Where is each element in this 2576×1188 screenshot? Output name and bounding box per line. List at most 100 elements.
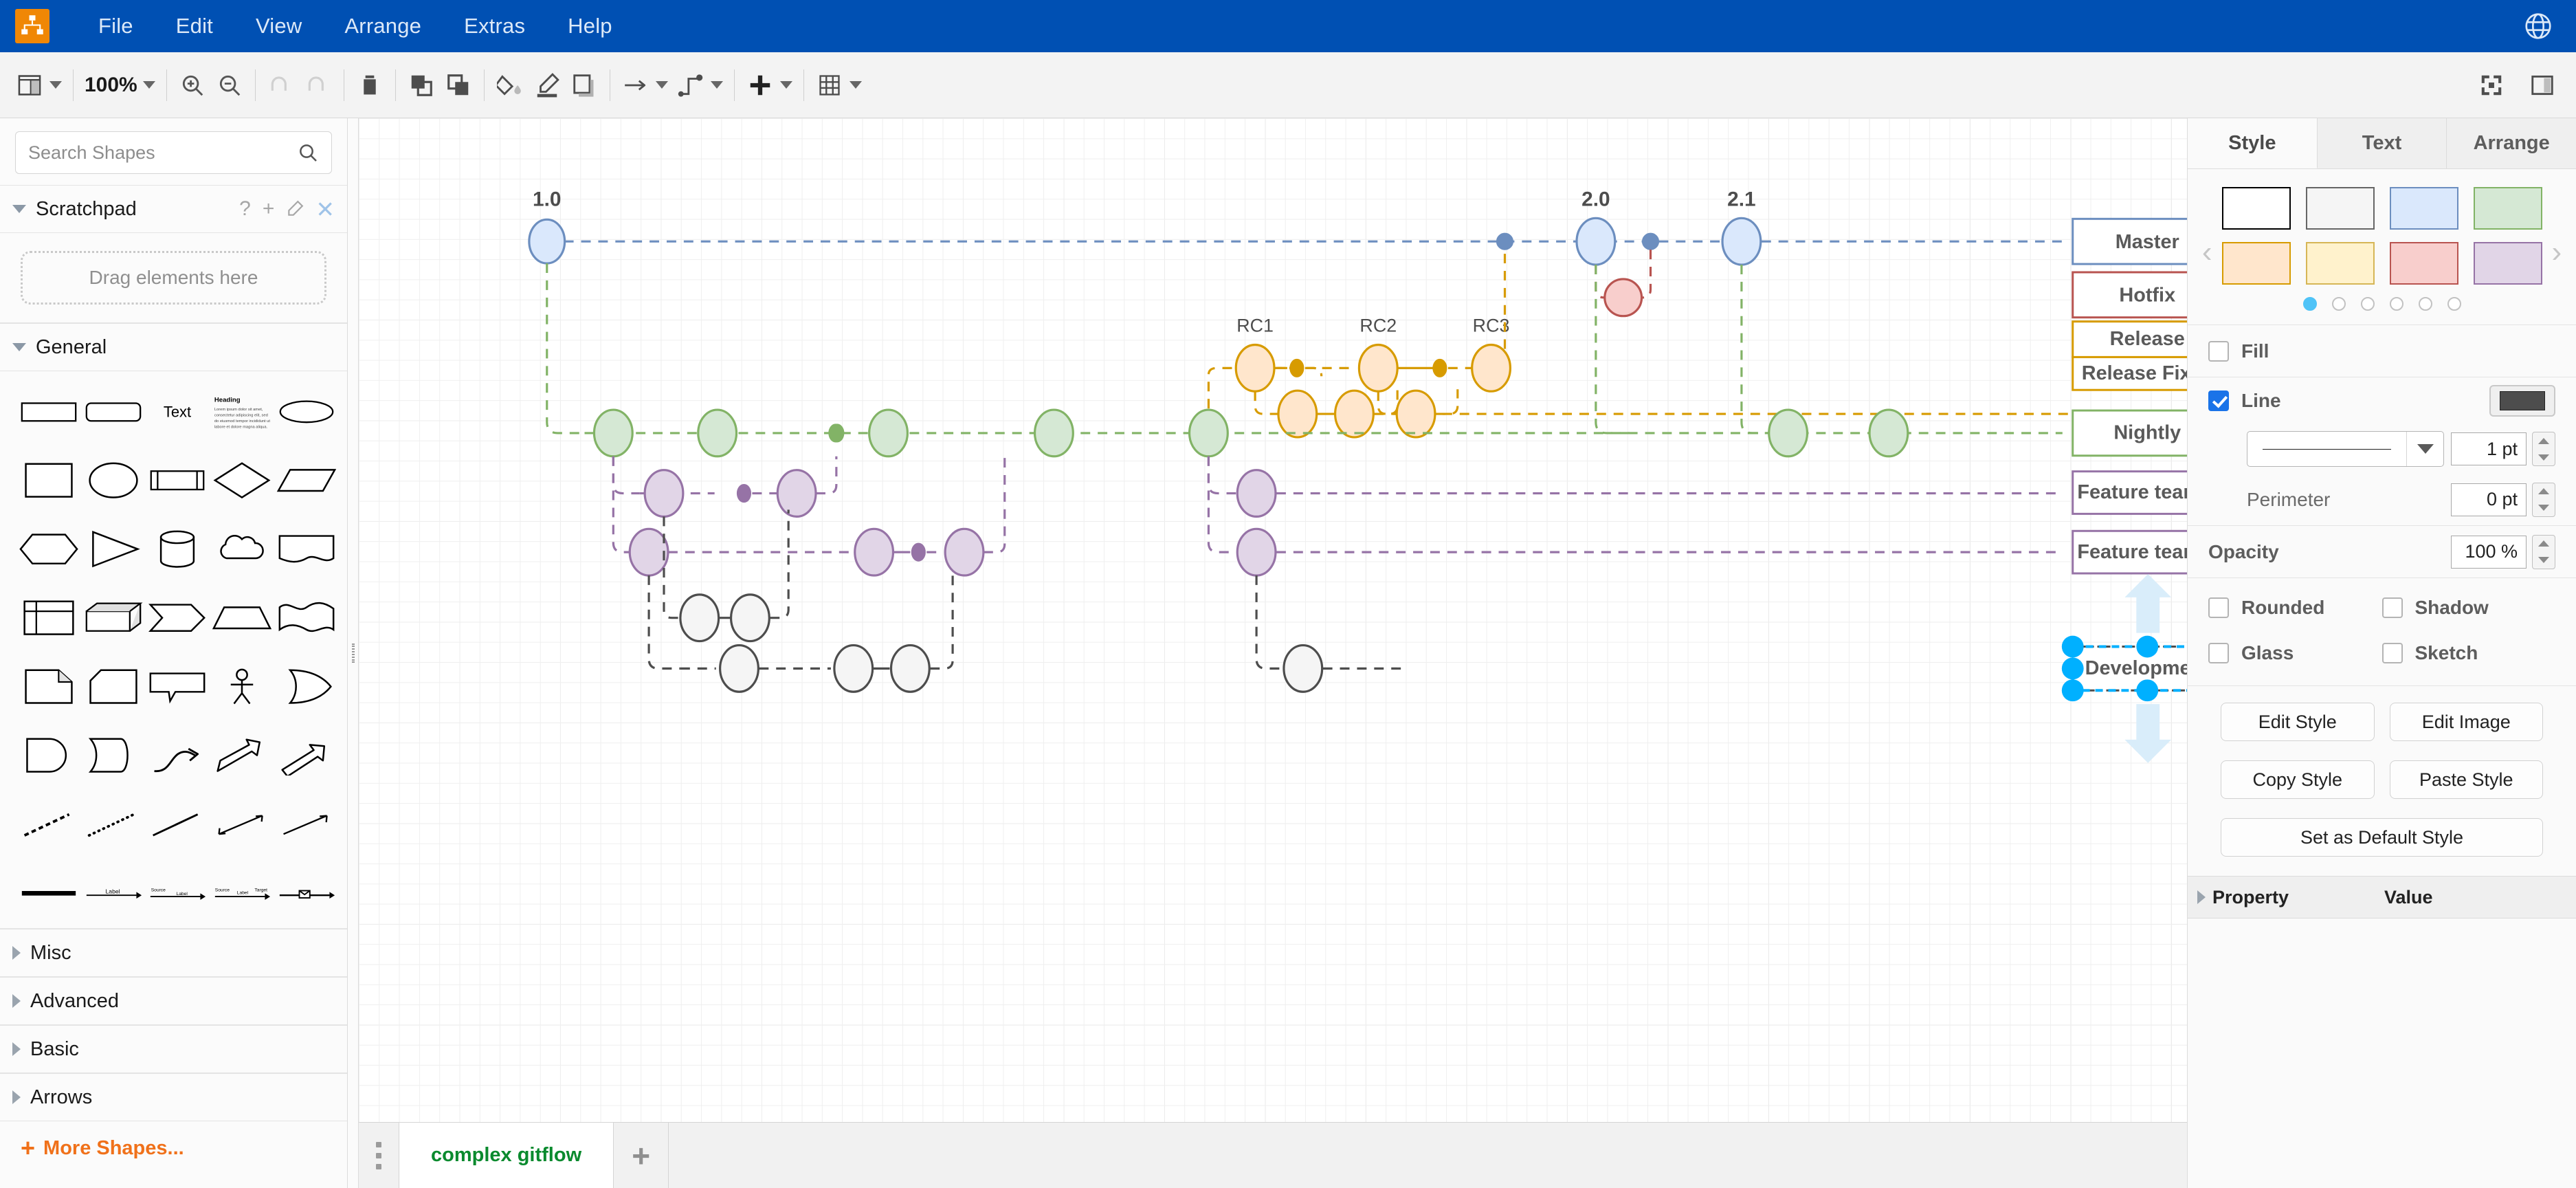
menu-file[interactable]: File	[77, 14, 155, 38]
shape-triangle[interactable]	[82, 524, 144, 575]
sidebar-section-scratchpad[interactable]: Scratchpad ? + ✕	[0, 185, 347, 233]
shape-curved-arrow[interactable]	[147, 730, 209, 781]
line-checkbox[interactable]	[2208, 390, 2229, 411]
shape-cloud[interactable]	[211, 524, 273, 575]
shape-envelope-arrow[interactable]	[276, 868, 337, 918]
add-tab-plus-icon[interactable]: +	[614, 1123, 669, 1188]
shape-delay[interactable]	[18, 730, 80, 781]
sidebar-item-misc[interactable]: Misc	[0, 929, 347, 977]
menu-help[interactable]: Help	[546, 14, 634, 38]
plus-icon[interactable]: +	[263, 199, 275, 219]
view-dropdown-caret-icon[interactable]	[49, 81, 62, 89]
copy-style-button[interactable]: Copy Style	[2221, 760, 2375, 799]
style-swatch-purple[interactable]	[2473, 242, 2542, 285]
shape-document[interactable]	[276, 524, 337, 575]
shape-note[interactable]	[18, 661, 80, 712]
send-to-back-icon[interactable]	[440, 65, 477, 105]
shape-step[interactable]	[147, 593, 209, 644]
fill-checkbox[interactable]	[2208, 340, 2229, 362]
line-style-dropdown[interactable]	[2247, 431, 2444, 467]
shape-textbox-heading[interactable]: Heading Lorem ipsum dolor sit amet, consec…	[211, 386, 273, 437]
connection-arrow-icon[interactable]	[617, 65, 654, 105]
style-swatch-yellow[interactable]	[2305, 242, 2375, 285]
shape-directional-line[interactable]	[276, 799, 337, 850]
perimeter-input[interactable]: 0 pt	[2451, 483, 2527, 516]
style-swatch-red[interactable]	[2389, 242, 2458, 285]
shape-ellipse[interactable]	[276, 386, 337, 437]
shadow-option[interactable]: Shadow	[2381, 585, 2556, 630]
line-color-icon[interactable]	[529, 65, 566, 105]
shape-cube[interactable]	[82, 593, 144, 644]
shape-actor[interactable]	[211, 661, 273, 712]
opacity-input[interactable]: 100 %	[2451, 535, 2527, 569]
shape-dashed-line[interactable]	[18, 799, 80, 850]
glass-option[interactable]: Glass	[2208, 630, 2382, 676]
shape-source-label-target-arrow[interactable]: Source Label Target	[211, 868, 273, 918]
sketch-checkbox[interactable]	[2381, 643, 2403, 663]
shape-or[interactable]	[276, 661, 337, 712]
shape-dotted-line[interactable]	[82, 799, 144, 850]
palette-page-1[interactable]	[2302, 297, 2317, 311]
palette-page-6[interactable]	[2447, 297, 2461, 311]
zoom-level-label[interactable]: 100%	[80, 74, 142, 97]
insert-dropdown-caret-icon[interactable]	[779, 81, 792, 89]
shape-internal-storage[interactable]	[18, 593, 80, 644]
sidebar-item-basic[interactable]: Basic	[0, 1025, 347, 1073]
sketch-option[interactable]: Sketch	[2381, 630, 2556, 676]
menu-edit[interactable]: Edit	[155, 14, 234, 38]
view-layout-icon[interactable]	[11, 65, 48, 105]
shape-hexagon[interactable]	[18, 524, 80, 575]
zoom-in-icon[interactable]	[174, 65, 211, 105]
shape-text[interactable]: Text	[147, 386, 209, 437]
menu-arrange[interactable]: Arrange	[323, 14, 443, 38]
table-dropdown-caret-icon[interactable]	[849, 81, 862, 89]
palette-page-5[interactable]	[2418, 297, 2432, 311]
style-swatch-orange[interactable]	[2221, 242, 2291, 285]
question-mark-icon[interactable]: ?	[239, 199, 251, 219]
line-width-stepper[interactable]	[2532, 432, 2555, 466]
shape-double-arrow[interactable]	[82, 730, 144, 781]
edit-image-button[interactable]: Edit Image	[2389, 703, 2543, 741]
menu-extras[interactable]: Extras	[443, 14, 546, 38]
search-input[interactable]	[28, 142, 297, 164]
undo-icon[interactable]	[263, 65, 300, 105]
shape-arrow[interactable]	[276, 730, 337, 781]
zoom-out-icon[interactable]	[211, 65, 248, 105]
shape-rounded-rectangle[interactable]	[82, 386, 144, 437]
shape-bidirectional-line[interactable]	[211, 799, 273, 850]
set-default-style-button[interactable]: Set as Default Style	[2221, 818, 2543, 857]
shadow-checkbox[interactable]	[2381, 597, 2403, 618]
trash-icon[interactable]	[351, 65, 388, 105]
tab-arrange[interactable]: Arrange	[2447, 118, 2576, 168]
table-icon[interactable]	[811, 65, 848, 105]
rounded-option[interactable]: Rounded	[2208, 585, 2382, 630]
shape-card[interactable]	[82, 661, 144, 712]
language-globe-icon[interactable]	[2522, 10, 2554, 42]
search-input-wrapper[interactable]	[15, 131, 332, 174]
sidebar-item-advanced[interactable]: Advanced	[0, 977, 347, 1025]
fill-color-icon[interactable]	[491, 65, 529, 105]
fullscreen-icon[interactable]	[2473, 65, 2510, 105]
paste-style-button[interactable]: Paste Style	[2389, 760, 2543, 799]
bring-to-front-icon[interactable]	[403, 65, 440, 105]
chevron-right-icon[interactable]: ›	[2542, 237, 2572, 267]
zoom-dropdown-caret-icon[interactable]	[142, 81, 155, 89]
menu-view[interactable]: View	[234, 14, 323, 38]
shape-labeled-arrow[interactable]: Label	[82, 868, 144, 918]
close-x-icon[interactable]: ✕	[315, 198, 335, 221]
shape-process[interactable]	[147, 455, 209, 506]
palette-page-3[interactable]	[2360, 297, 2375, 311]
sheet-tab-complex-gitflow[interactable]: complex gitflow	[399, 1123, 614, 1188]
palette-page-4[interactable]	[2389, 297, 2403, 311]
waypoint-icon[interactable]	[672, 65, 709, 105]
format-panel-toggle-icon[interactable]	[2524, 65, 2561, 105]
connection-dropdown-caret-icon[interactable]	[655, 81, 668, 89]
waypoint-dropdown-caret-icon[interactable]	[710, 81, 723, 89]
shape-plain-line[interactable]	[147, 799, 209, 850]
shape-callout[interactable]	[147, 661, 209, 712]
tab-style[interactable]: Style	[2188, 118, 2318, 168]
shape-parallelogram[interactable]	[276, 455, 337, 506]
style-swatch-white[interactable]	[2221, 187, 2291, 230]
palette-page-2[interactable]	[2331, 297, 2346, 311]
line-color-button[interactable]	[2489, 385, 2555, 417]
